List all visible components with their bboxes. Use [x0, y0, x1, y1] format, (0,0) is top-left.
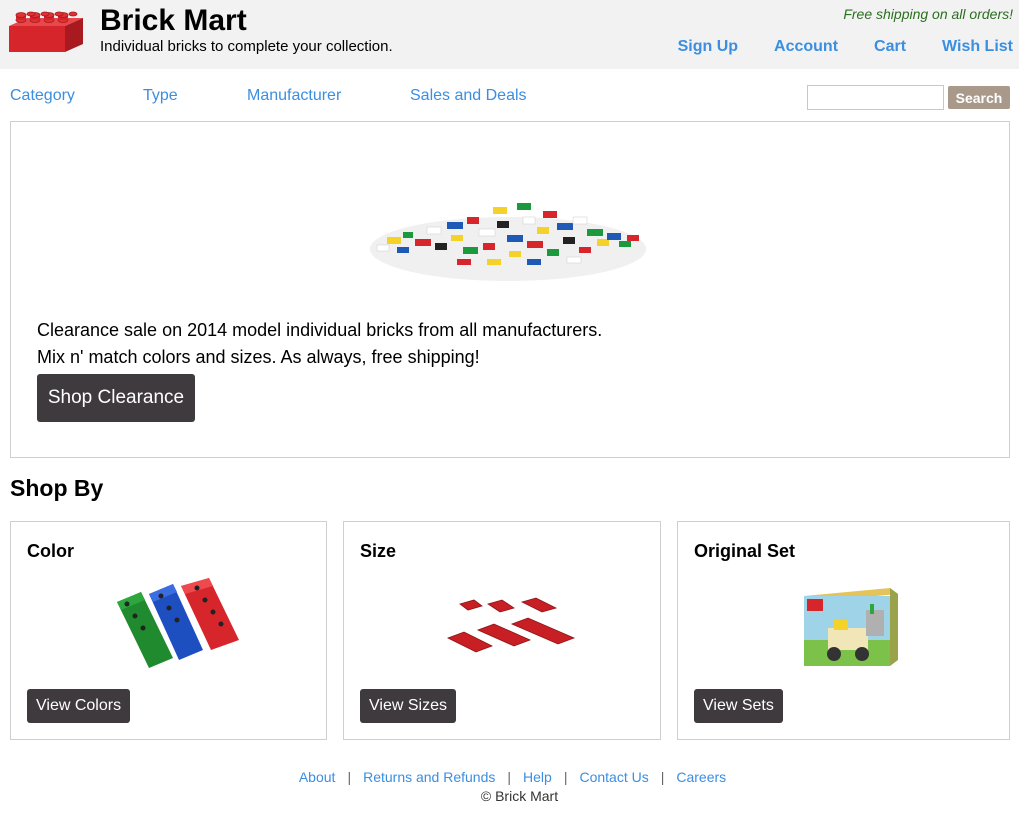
card-title: Color	[27, 541, 74, 561]
view-colors-button[interactable]: View Colors	[27, 689, 131, 723]
search-button[interactable]: Search	[948, 86, 1010, 109]
nav-type[interactable]: Type	[143, 87, 247, 105]
category-nav: Category Type Manufacturer Sales and Dea…	[10, 87, 527, 105]
footer-separator: |	[563, 769, 568, 785]
footer-separator: |	[507, 769, 512, 785]
footer-returns-link[interactable]: Returns and Refunds	[363, 769, 495, 786]
site-title[interactable]: Brick Mart	[100, 4, 247, 38]
nav-sales-and-deals[interactable]: Sales and Deals	[410, 87, 527, 105]
colored-bricks-image	[117, 578, 239, 668]
footer-help-link[interactable]: Help	[523, 769, 552, 786]
footer-careers-link[interactable]: Careers	[676, 769, 726, 786]
view-sets-button[interactable]: View Sets	[694, 689, 783, 723]
shop-by-color-card: Color View Colors	[10, 521, 327, 740]
view-sizes-button[interactable]: View Sizes	[360, 689, 456, 723]
footer-separator: |	[347, 769, 352, 785]
card-title: Original Set	[694, 541, 796, 561]
site-header: Brick Mart Individual bricks to complete…	[0, 0, 1019, 69]
card-title: Size	[360, 541, 397, 561]
shop-by-size-card: Size View Sizes	[343, 521, 661, 740]
shop-clearance-button[interactable]: Shop Clearance	[37, 374, 195, 422]
account-link[interactable]: Account	[774, 38, 838, 56]
nav-category[interactable]: Category	[10, 87, 143, 105]
footer-links: About | Returns and Refunds | Help | Con…	[0, 769, 1019, 786]
clearance-banner: Clearance sale on 2014 model individual …	[10, 121, 1010, 458]
nav-manufacturer[interactable]: Manufacturer	[247, 87, 410, 105]
clearance-line-1: Clearance sale on 2014 model individual …	[37, 320, 603, 340]
free-shipping-promo: Free shipping on all orders!	[843, 6, 1013, 22]
sign-up-link[interactable]: Sign Up	[678, 38, 738, 56]
lego-set-box-image	[804, 588, 898, 666]
shop-by-original-set-card: Original Set View Sets	[677, 521, 1010, 740]
footer-separator: |	[660, 769, 665, 785]
shop-by-heading: Shop By	[10, 475, 104, 501]
wish-list-link[interactable]: Wish List	[942, 38, 1013, 56]
brick-logo-icon[interactable]	[7, 6, 85, 54]
footer-contact-link[interactable]: Contact Us	[579, 769, 648, 786]
pile-of-bricks-image	[370, 203, 646, 281]
clearance-description: Clearance sale on 2014 model individual …	[37, 317, 602, 371]
red-plates-image	[447, 597, 576, 653]
footer-about-link[interactable]: About	[299, 769, 336, 786]
cart-link[interactable]: Cart	[874, 38, 906, 56]
account-nav: Sign Up Account Cart Wish List	[642, 38, 1013, 56]
site-tagline: Individual bricks to complete your colle…	[100, 38, 393, 55]
search-input[interactable]	[807, 85, 944, 110]
clearance-line-2: Mix n' match colors and sizes. As always…	[37, 347, 480, 367]
copyright: © Brick Mart	[480, 788, 559, 804]
